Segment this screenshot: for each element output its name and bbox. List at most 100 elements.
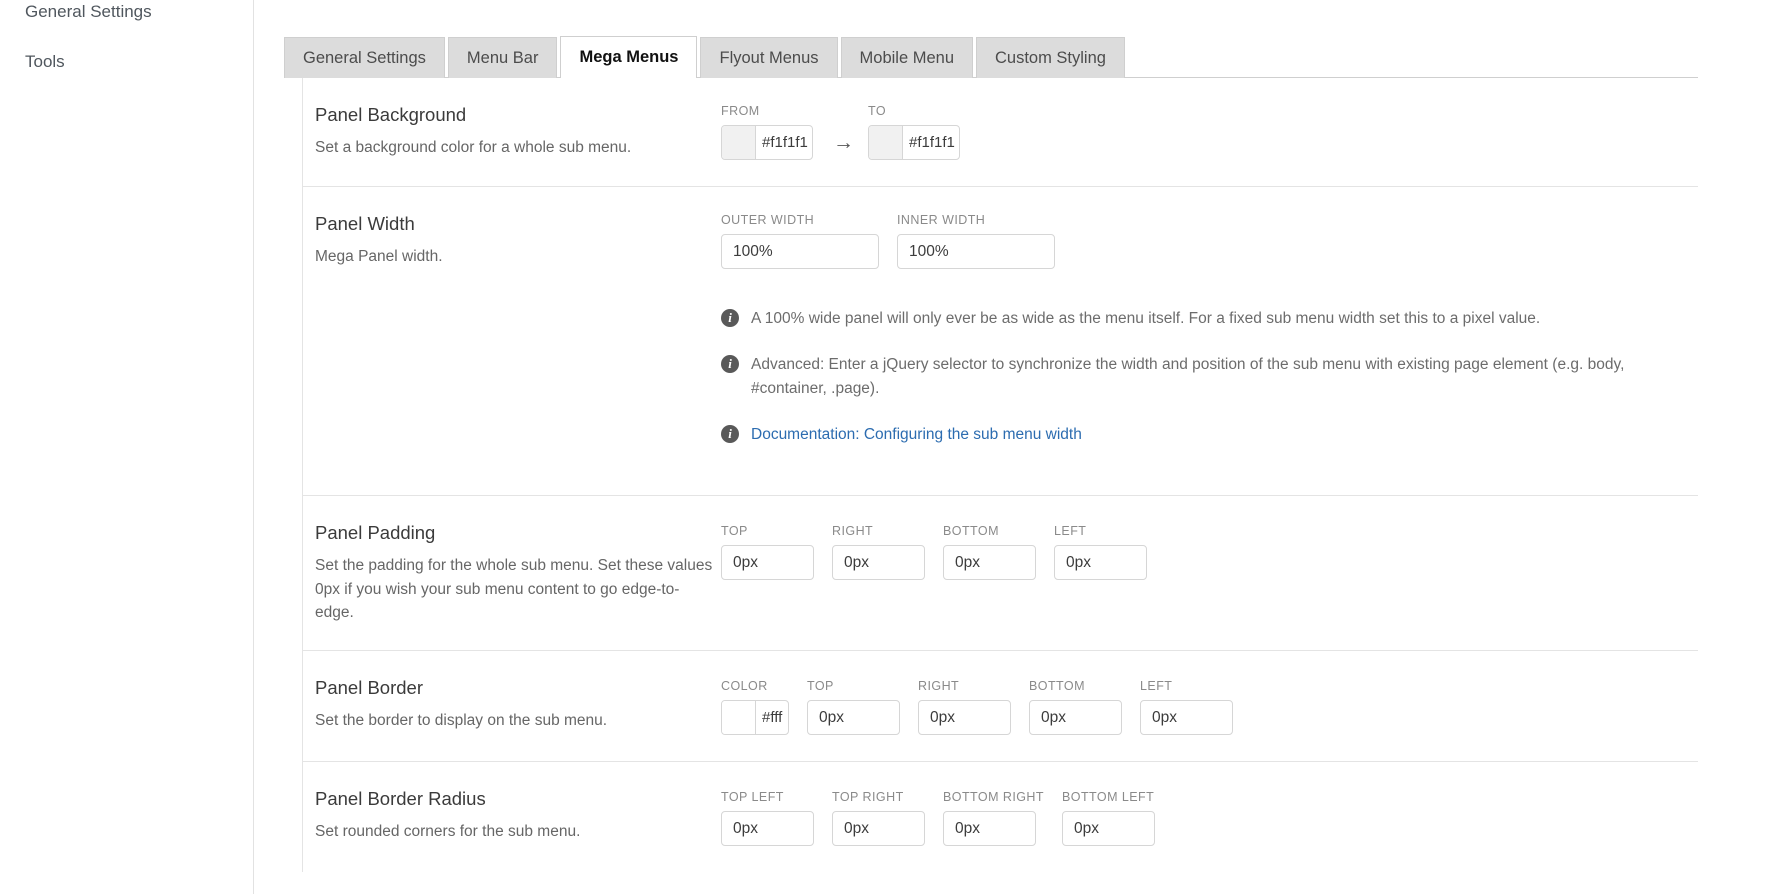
row-label-group: Panel Border Set the border to display o…: [303, 677, 721, 735]
info-line-width-hint: i A 100% wide panel will only ever be as…: [721, 307, 1651, 331]
field-inner-width: INNER WIDTH: [897, 213, 1055, 270]
info-text: Advanced: Enter a jQuery selector to syn…: [751, 356, 1625, 398]
info-line-documentation: i Documentation: Configuring the sub men…: [721, 423, 1651, 447]
field-radius-bottom-right: BOTTOM RIGHT: [943, 790, 1044, 847]
border-right-input[interactable]: [918, 700, 1011, 736]
inner-width-input[interactable]: [897, 234, 1055, 270]
sidebar: General Settings Tools: [0, 0, 254, 894]
color-value-text[interactable]: #f1f1f1: [756, 126, 812, 159]
row-panel-padding: Panel Padding Set the padding for the wh…: [303, 496, 1698, 652]
field-padding-right: RIGHT: [832, 524, 925, 581]
field-radius-top-right: TOP RIGHT: [832, 790, 925, 847]
panel-width-info-block: i A 100% wide panel will only ever be as…: [721, 307, 1698, 447]
field-outer-width: OUTER WIDTH: [721, 213, 879, 270]
field-label: BOTTOM RIGHT: [943, 790, 1044, 805]
tab-custom-styling[interactable]: Custom Styling: [976, 37, 1125, 79]
color-value-text[interactable]: #f1f1f1: [903, 126, 959, 159]
field-padding-top: TOP: [721, 524, 814, 581]
outer-width-input[interactable]: [721, 234, 879, 270]
sidebar-item-label: Tools: [25, 52, 65, 71]
color-value-text[interactable]: #fff: [756, 701, 788, 734]
tab-label: General Settings: [303, 49, 426, 67]
tab-mega-menus[interactable]: Mega Menus: [560, 36, 698, 79]
row-title: Panel Padding: [315, 522, 436, 544]
row-panel-border-radius: Panel Border Radius Set rounded corners …: [303, 762, 1698, 872]
row-title: Panel Border: [315, 677, 423, 699]
border-top-input[interactable]: [807, 700, 900, 736]
field-border-right: RIGHT: [918, 679, 1011, 736]
radius-bottom-right-input[interactable]: [943, 811, 1036, 847]
padding-left-input[interactable]: [1054, 545, 1147, 581]
field-label: INNER WIDTH: [897, 213, 986, 228]
info-text: A 100% wide panel will only ever be as w…: [751, 310, 1541, 328]
border-bottom-input[interactable]: [1029, 700, 1122, 736]
info-icon: i: [721, 309, 739, 328]
field-label: TO: [868, 104, 887, 119]
row-label-group: Panel Border Radius Set rounded corners …: [303, 788, 721, 846]
field-label: BOTTOM: [943, 524, 999, 539]
background-to-color-input[interactable]: #f1f1f1: [868, 125, 960, 161]
field-label: RIGHT: [832, 524, 874, 539]
tab-menu-bar[interactable]: Menu Bar: [447, 37, 558, 79]
field-label: TOP: [807, 679, 834, 694]
panel-background-fields: FROM #f1f1f1 → TO #f1f1f1: [721, 104, 1698, 161]
padding-bottom-input[interactable]: [943, 545, 1036, 581]
border-color-input[interactable]: #fff: [721, 700, 789, 736]
row-title: Panel Background: [315, 104, 467, 126]
radius-top-left-input[interactable]: [721, 811, 814, 847]
info-line-jquery-hint: i Advanced: Enter a jQuery selector to s…: [721, 353, 1651, 401]
tab-general-settings[interactable]: General Settings: [284, 37, 445, 79]
panel-width-fields: OUTER WIDTH INNER WIDTH: [721, 213, 1698, 270]
color-swatch-icon[interactable]: [722, 126, 756, 160]
background-from-color-input[interactable]: #f1f1f1: [721, 125, 813, 161]
field-padding-left: LEFT: [1054, 524, 1147, 581]
tab-flyout-menus[interactable]: Flyout Menus: [700, 37, 838, 79]
row-label-group: Panel Background Set a background color …: [303, 104, 721, 160]
color-swatch-icon[interactable]: [869, 126, 903, 160]
field-border-color: COLOR #fff: [721, 679, 789, 736]
field-label: LEFT: [1140, 679, 1173, 694]
field-border-left: LEFT: [1140, 679, 1233, 736]
row-description: Set the padding for the whole sub menu. …: [315, 557, 713, 621]
sidebar-item-tools[interactable]: Tools: [0, 53, 253, 70]
field-label: TOP LEFT: [721, 790, 784, 805]
border-left-input[interactable]: [1140, 700, 1233, 736]
radius-top-right-input[interactable]: [832, 811, 925, 847]
padding-right-input[interactable]: [832, 545, 925, 581]
tab-mobile-menu[interactable]: Mobile Menu: [840, 37, 973, 79]
field-label: LEFT: [1054, 524, 1087, 539]
tab-label: Menu Bar: [466, 49, 539, 67]
tab-label: Custom Styling: [995, 49, 1106, 67]
field-label: COLOR: [721, 679, 768, 694]
mega-menus-panel: Panel Background Set a background color …: [302, 78, 1698, 873]
documentation-link[interactable]: Documentation: Configuring the sub menu …: [751, 423, 1082, 447]
padding-top-input[interactable]: [721, 545, 814, 581]
main-content: General Settings Menu Bar Mega Menus Fly…: [254, 0, 1774, 894]
radius-bottom-left-input[interactable]: [1062, 811, 1155, 847]
field-radius-top-left: TOP LEFT: [721, 790, 814, 847]
sidebar-item-general-settings[interactable]: General Settings: [0, 3, 253, 20]
row-title: Panel Width: [315, 213, 415, 235]
row-description: Set a background color for a whole sub m…: [315, 139, 632, 157]
field-background-from: FROM #f1f1f1: [721, 104, 813, 161]
field-label: RIGHT: [918, 679, 960, 694]
info-icon: i: [721, 355, 739, 374]
info-icon: i: [721, 425, 739, 444]
arrow-right-icon: →: [833, 131, 854, 155]
field-background-to: TO #f1f1f1: [868, 104, 960, 161]
panel-border-radius-fields: TOP LEFT TOP RIGHT BOTTOM RIGHT BOT: [721, 790, 1698, 847]
tab-label: Mobile Menu: [859, 49, 954, 67]
settings-screen: General Settings Tools General Settings …: [0, 0, 1774, 894]
color-swatch-icon[interactable]: [722, 701, 756, 735]
row-fields: COLOR #fff TOP RIGHT: [721, 677, 1698, 736]
field-border-top: TOP: [807, 679, 900, 736]
field-label: TOP RIGHT: [832, 790, 904, 805]
row-description: Set the border to display on the sub men…: [315, 712, 608, 730]
row-label-group: Panel Width Mega Panel width.: [303, 213, 721, 469]
field-label: OUTER WIDTH: [721, 213, 815, 228]
tab-label: Flyout Menus: [719, 49, 819, 67]
field-radius-bottom-left: BOTTOM LEFT: [1062, 790, 1155, 847]
settings-tabs: General Settings Menu Bar Mega Menus Fly…: [284, 0, 1774, 79]
sidebar-item-label: General Settings: [25, 2, 152, 21]
field-label: TOP: [721, 524, 748, 539]
